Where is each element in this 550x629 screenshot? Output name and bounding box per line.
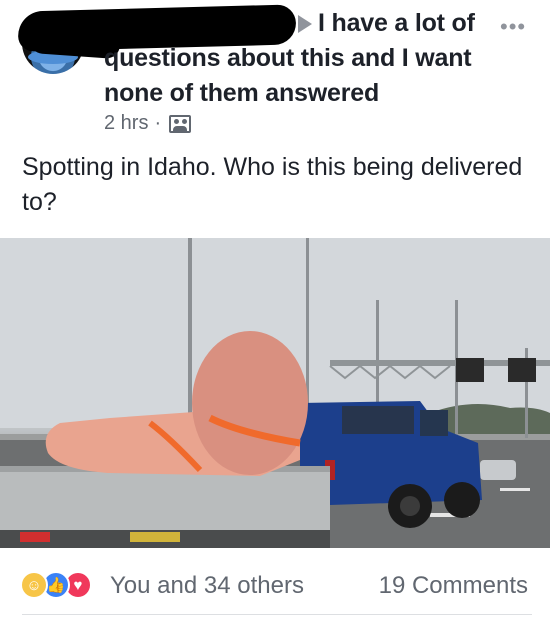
reactions-bar: ☺ 👍 ♥ You and 34 others 19 Comments (0, 558, 550, 614)
divider (22, 614, 532, 615)
post-header: I have a lot of questions about this and… (0, 0, 550, 148)
comment-count[interactable]: 19 Comments (379, 572, 528, 600)
ellipsis-icon[interactable]: ••• (500, 14, 526, 40)
timestamp[interactable]: 2 hrs (104, 112, 148, 135)
group-title[interactable]: I have a lot of questions about this and… (104, 6, 494, 111)
haha-icon[interactable]: ☺ (20, 571, 48, 599)
reaction-count[interactable]: You and 34 others (110, 572, 304, 600)
post-photo[interactable] (0, 238, 550, 548)
post-body: Spotting in Idaho. Who is this being del… (22, 153, 523, 216)
post-meta: 2 hrs · (104, 112, 192, 135)
meta-separator: · (154, 112, 162, 134)
photo-scene (0, 238, 550, 548)
friends-icon (169, 114, 192, 133)
